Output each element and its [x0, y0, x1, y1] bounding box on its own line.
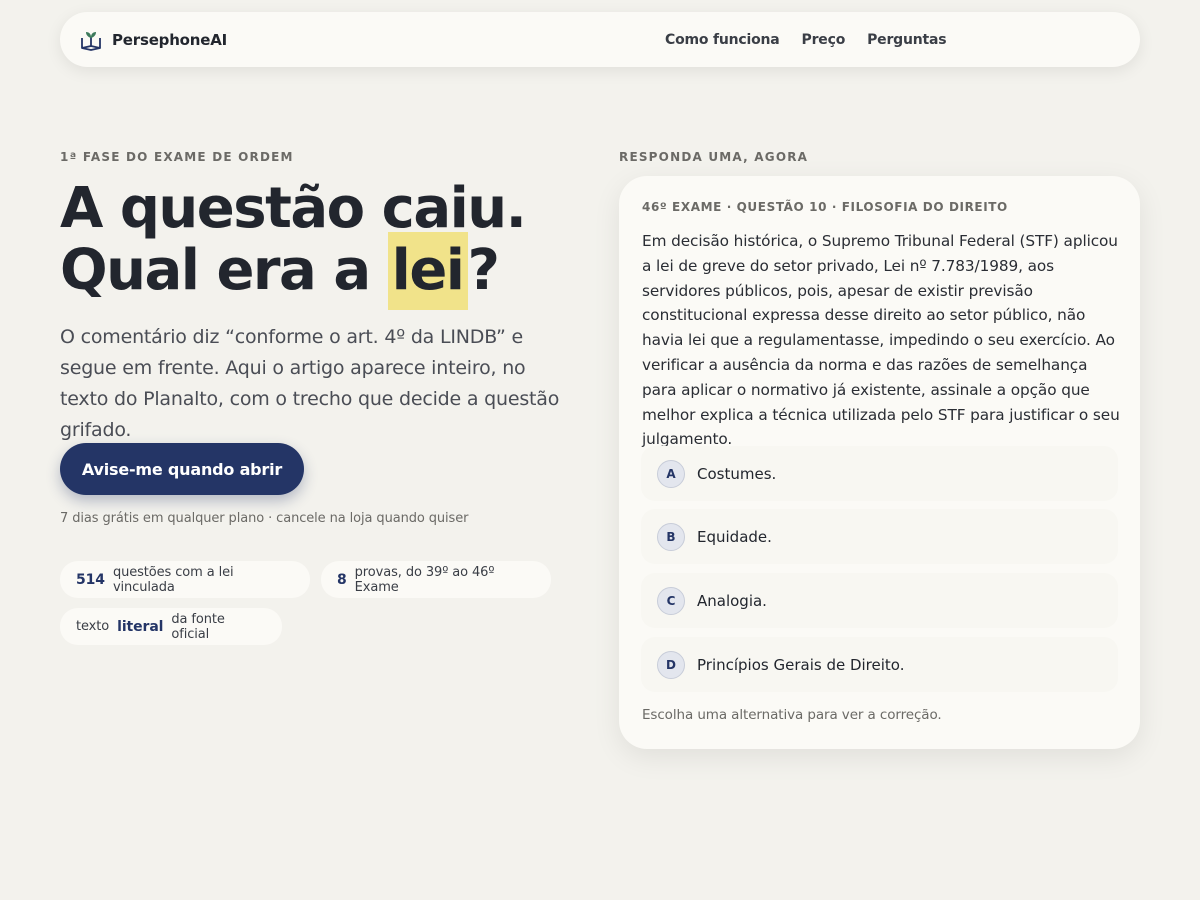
stat-label: provas, do 39º ao 46º Exame	[354, 564, 495, 595]
option-b[interactable]: B Equidade.	[641, 509, 1118, 564]
stat-exams: 8 provas, do 39º ao 46º Exame	[321, 561, 551, 598]
headline-line-2-post: ?	[467, 238, 500, 303]
nav-links: Como funciona Preço Perguntas	[665, 12, 947, 67]
headline-line-2-pre: Qual era a	[60, 238, 388, 303]
option-letter: D	[657, 650, 685, 679]
book-sprout-icon	[80, 29, 102, 51]
stat-literal-text: texto literal da fonte oficial	[60, 608, 282, 645]
option-label: Costumes.	[697, 464, 777, 483]
card-eyebrow: RESPONDA UMA, AGORA	[619, 150, 809, 164]
stat-value: 8	[337, 571, 347, 588]
question-text: Em decisão histórica, o Supremo Tribunal…	[642, 232, 1120, 449]
hero-lede: O comentário diz “conforme o art. 4º da …	[60, 326, 560, 441]
option-label: Princípios Gerais de Direito.	[697, 655, 905, 674]
notify-me-button[interactable]: Avise-me quando abrir	[60, 443, 304, 495]
brand-name: PersephoneAI	[112, 30, 228, 49]
headline-highlight: lei	[387, 232, 468, 310]
hero-headline: A questão caiu. Qual era a lei?	[60, 178, 600, 310]
option-letter: A	[657, 459, 685, 488]
nav-link-preco[interactable]: Preço	[802, 32, 846, 48]
option-d[interactable]: D Princípios Gerais de Direito.	[641, 637, 1118, 692]
cta-note: 7 dias grátis em qualquer plano · cancel…	[60, 511, 469, 526]
stat-value: literal	[117, 618, 164, 635]
nav-link-como-funciona[interactable]: Como funciona	[665, 32, 780, 48]
stat-questions: 514 questões com a lei vinculada	[60, 561, 310, 598]
option-label: Equidade.	[697, 527, 772, 546]
stat-label: questões com a lei vinculada	[112, 564, 234, 595]
card-footer-hint: Escolha uma alternativa para ver a corre…	[642, 707, 942, 723]
brand[interactable]: PersephoneAI	[80, 29, 227, 51]
stat-value: 514	[76, 571, 105, 588]
option-label: Analogia.	[697, 591, 767, 610]
question-card: 46º EXAME · QUESTÃO 10 · FILOSOFIA DO DI…	[619, 176, 1140, 749]
top-nav: PersephoneAI Como funciona Preço Pergunt…	[60, 12, 1140, 67]
hero-eyebrow: 1ª FASE DO EXAME DE ORDEM	[60, 150, 294, 164]
stat-label: da fonte oficial	[171, 611, 225, 642]
stat-prefix: texto	[76, 619, 110, 634]
nav-link-perguntas[interactable]: Perguntas	[867, 32, 946, 48]
option-letter: C	[657, 586, 685, 615]
option-letter: B	[657, 522, 685, 551]
option-c[interactable]: C Analogia.	[641, 573, 1118, 628]
question-meta: 46º EXAME · QUESTÃO 10 · FILOSOFIA DO DI…	[642, 200, 1008, 214]
option-a[interactable]: A Costumes.	[641, 446, 1118, 501]
